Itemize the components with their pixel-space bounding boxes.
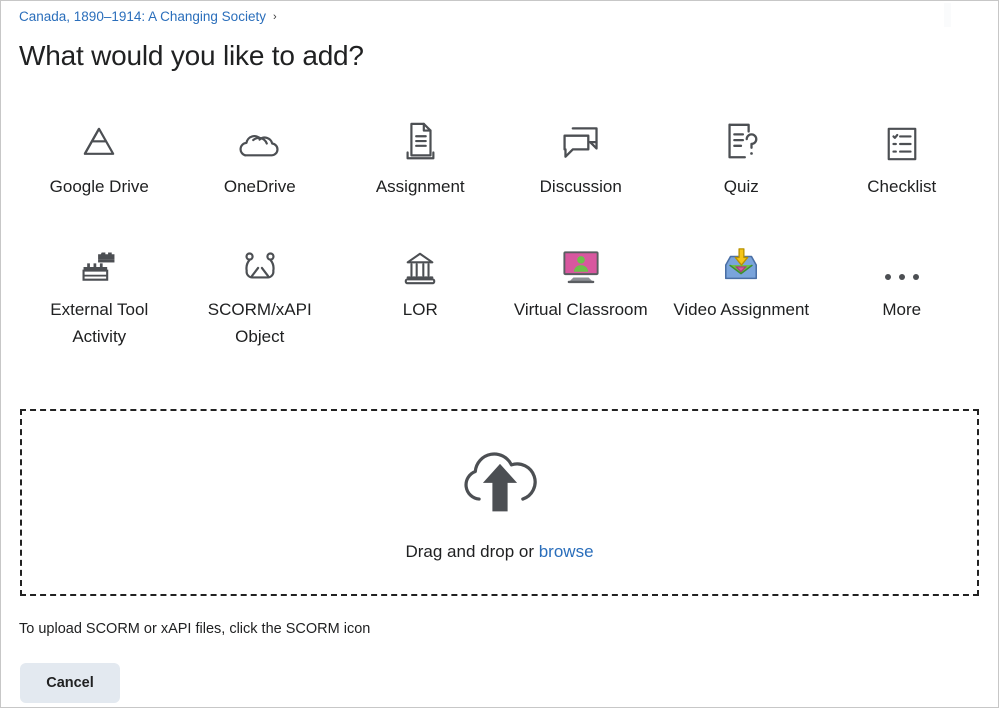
breadcrumb-chevron-icon: › [272, 11, 277, 23]
tool-checklist[interactable]: Checklist [822, 109, 983, 200]
tool-more[interactable]: More [822, 232, 983, 350]
add-content-dialog: Canada, 1890–1914: A Changing Society › W… [0, 0, 999, 708]
tool-label: Discussion [539, 177, 622, 196]
tool-label: Virtual Classroom [513, 300, 648, 319]
tool-scorm-xapi-object[interactable]: SCORM/xAPI Object [180, 232, 341, 350]
tool-quiz[interactable]: Quiz [661, 109, 822, 200]
cloud-upload-icon [456, 443, 544, 524]
tool-video-assignment[interactable]: Video Assignment [661, 232, 822, 350]
lor-bank-building-icon [402, 240, 438, 286]
dropzone-prefix-text: Drag and drop or [405, 542, 539, 561]
breadcrumb-link-course[interactable]: Canada, 1890–1914: A Changing Society [19, 9, 266, 24]
tool-label: Video Assignment [673, 300, 810, 319]
cancel-button[interactable]: Cancel [20, 663, 120, 703]
tool-discussion: Discussion [501, 109, 662, 200]
virtual-classroom-monitor-icon [560, 240, 602, 286]
tool-label: Google Drive [49, 177, 149, 196]
tool-external-tool-activity[interactable]: External Tool Activity [19, 232, 180, 350]
breadcrumb: Canada, 1890–1914: A Changing Society › [19, 8, 277, 26]
tool-label: Quiz [723, 177, 759, 196]
checklist-icon [884, 117, 920, 163]
google-drive-icon [79, 117, 119, 163]
quiz-question-document-icon [723, 117, 759, 163]
tool-virtual-classroom[interactable]: Virtual Classroom [501, 232, 662, 350]
more-ellipsis-icon [882, 240, 922, 286]
browse-link[interactable]: browse [539, 542, 594, 561]
tool-label: OneDrive [223, 177, 296, 196]
tool-google-drive[interactable]: Google Drive [19, 109, 180, 200]
video-assignment-inbox-icon [721, 240, 761, 286]
tool-label: LOR [402, 300, 438, 319]
discussion-speech-bubbles-icon [560, 117, 602, 163]
add-content-tool-grid: Google Drive OneDrive Assignment Discuss… [19, 109, 982, 350]
file-dropzone[interactable]: Drag and drop or browse [20, 409, 979, 596]
tool-onedrive[interactable]: OneDrive [180, 109, 341, 200]
page-title: What would you like to add? [19, 40, 364, 71]
tool-label: SCORM/xAPI Object [207, 300, 312, 346]
onedrive-cloud-icon [238, 117, 282, 163]
tool-label: Checklist [867, 177, 937, 196]
tool-lor[interactable]: LOR [340, 232, 501, 350]
assignment-document-icon [403, 117, 437, 163]
tool-label: Assignment [375, 177, 465, 196]
dropzone-instruction: Drag and drop or browse [405, 542, 593, 562]
external-tool-lego-icon [79, 240, 119, 286]
tool-label: External Tool Activity [50, 300, 149, 346]
tool-label: More [882, 300, 922, 319]
scorm-xapi-package-icon [241, 240, 279, 286]
corner-sliver [944, 3, 951, 27]
scorm-upload-hint: To upload SCORM or xAPI files, click the… [19, 621, 371, 637]
tool-assignment[interactable]: Assignment [340, 109, 501, 200]
